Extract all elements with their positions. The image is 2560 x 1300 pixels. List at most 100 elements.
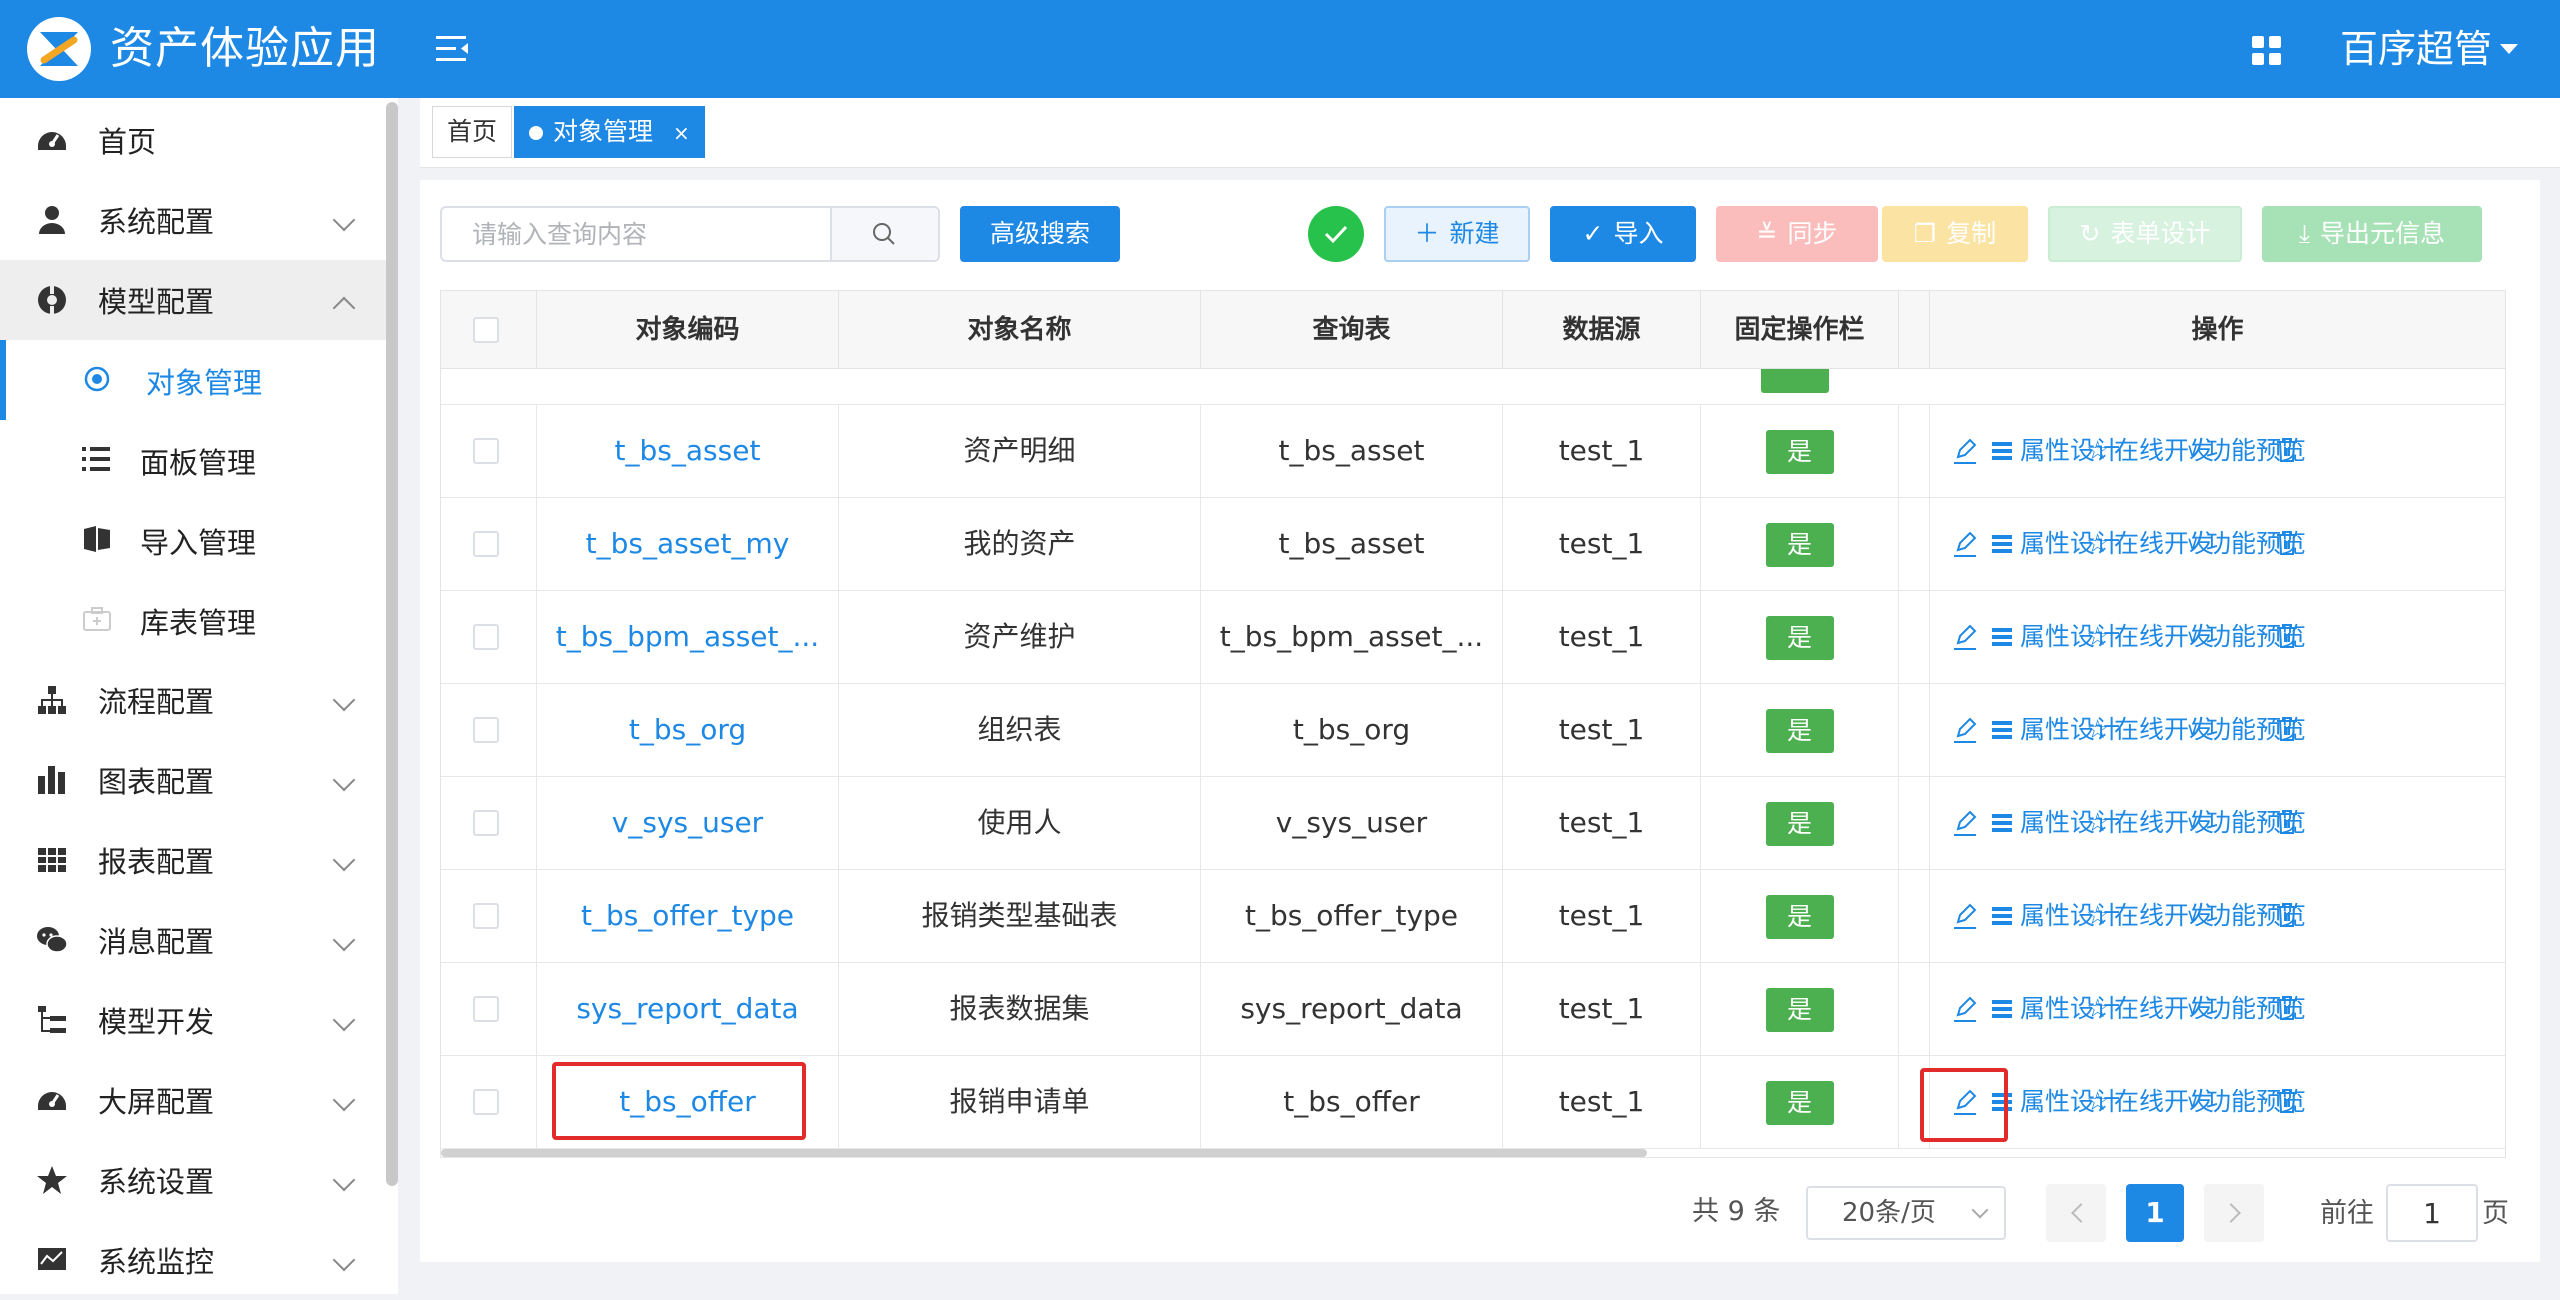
sidebar-item-label: 面板管理 — [140, 446, 257, 480]
apps-grid-icon[interactable] — [2252, 36, 2282, 66]
object-code-link[interactable]: t_bs_org — [537, 684, 839, 776]
table-row: t_bs_asset 资产明细 t_bs_asset test_1 是 属性设计… — [441, 405, 2505, 498]
caret-down-icon[interactable] — [2500, 44, 2518, 54]
row-checkbox[interactable] — [473, 531, 499, 557]
next-page-button[interactable] — [2204, 1184, 2264, 1242]
object-code-link[interactable]: v_sys_user — [537, 777, 839, 869]
row-checkbox[interactable] — [473, 1089, 499, 1115]
sidebar-item-bigscreen-config[interactable]: 大屏配置 — [0, 1060, 386, 1140]
delete-icon[interactable] — [2276, 870, 2298, 962]
edit-icon[interactable] — [1952, 777, 1978, 869]
operations-cell: 属性设计 ☆ 在线开发 ∨ 功能预览 — [1929, 777, 2505, 869]
yes-tag: 是 — [1765, 523, 1834, 567]
object-code-link[interactable]: sys_report_data — [537, 963, 839, 1055]
user-menu[interactable]: 百序超管 — [2340, 24, 2492, 74]
sidebar-item-panel-management[interactable]: 面板管理 — [0, 420, 386, 500]
sidebar-item-chart-config[interactable]: 图表配置 — [0, 740, 386, 820]
delete-icon[interactable] — [2276, 684, 2298, 776]
copy-button[interactable]: ❐ 复制 — [1882, 206, 2028, 262]
chevron-down-icon[interactable]: ∨ — [2186, 870, 2199, 962]
plus-icon: ＋ — [1414, 219, 1440, 248]
sidebar-item-system-config[interactable]: 系统配置 — [0, 180, 386, 260]
object-name: 报表数据集 — [839, 963, 1201, 1055]
row-checkbox[interactable] — [473, 717, 499, 743]
prev-page-button[interactable] — [2046, 1184, 2106, 1242]
export-meta-button[interactable]: ⤓ 导出元信息 — [2262, 206, 2482, 262]
check-icon: ✓ — [1582, 219, 1604, 248]
edit-icon[interactable] — [1952, 870, 1978, 962]
object-name: 报销类型基础表 — [839, 870, 1201, 962]
advanced-search-button[interactable]: 高级搜索 — [960, 206, 1120, 262]
star-outline-icon: ☆ — [2086, 715, 2110, 745]
object-code-link[interactable]: t_bs_bpm_asset_... — [537, 591, 839, 683]
edit-icon[interactable] — [1952, 591, 1978, 683]
goto-page-input[interactable] — [2386, 1184, 2478, 1242]
sidebar-item-flow-config[interactable]: 流程配置 — [0, 660, 386, 740]
sync-button[interactable]: ≚ 同步 — [1716, 206, 1878, 262]
tab-home[interactable]: 首页 — [432, 106, 513, 158]
search-input[interactable] — [442, 208, 832, 260]
tab-bar: 首页 对象管理 × — [420, 98, 2560, 168]
select-cell — [441, 684, 537, 776]
sidebar-item-import-management[interactable]: 导入管理 — [0, 500, 386, 580]
select-cell — [441, 870, 537, 962]
object-code-link[interactable]: t_bs_asset — [537, 405, 839, 497]
chevron-down-icon[interactable]: ∨ — [2186, 405, 2199, 497]
select-all-checkbox[interactable] — [473, 317, 499, 343]
delete-icon[interactable] — [2276, 591, 2298, 683]
delete-icon[interactable] — [2276, 405, 2298, 497]
fixed-ops-cell: 是 — [1701, 405, 1899, 497]
sidebar-item-model-config[interactable]: 模型配置 — [0, 260, 386, 340]
list-icon — [82, 447, 110, 471]
sidebar-item-system-monitor[interactable]: 系统监控 — [0, 1220, 386, 1300]
current-page-button[interactable]: 1 — [2126, 1184, 2184, 1242]
search-button[interactable] — [830, 208, 938, 260]
new-button[interactable]: ＋ 新建 — [1384, 206, 1530, 262]
edit-icon[interactable] — [1952, 405, 1978, 497]
edit-icon[interactable] — [1952, 498, 1978, 590]
form-design-button[interactable]: ↻ 表单设计 — [2048, 206, 2242, 262]
chevron-down-icon[interactable]: ∨ — [2186, 684, 2199, 776]
chevron-down-icon[interactable]: ∨ — [2186, 777, 2199, 869]
delete-icon[interactable] — [2276, 498, 2298, 590]
flow-icon — [38, 686, 66, 714]
chevron-down-icon[interactable]: ∨ — [2186, 591, 2199, 683]
sidebar-item-database-management[interactable]: 库表管理 — [0, 580, 386, 660]
sidebar-scrollbar[interactable] — [386, 102, 398, 1186]
delete-icon[interactable] — [2276, 777, 2298, 869]
horizontal-scrollbar[interactable] — [441, 1149, 1647, 1157]
import-label: 导入 — [1613, 219, 1664, 248]
sidebar-item-report-config[interactable]: 报表配置 — [0, 820, 386, 900]
delete-icon[interactable] — [2276, 1056, 2298, 1148]
row-checkbox[interactable] — [473, 624, 499, 650]
object-code-link[interactable]: t_bs_offer_type — [537, 870, 839, 962]
import-button[interactable]: ✓ 导入 — [1550, 206, 1696, 262]
delete-icon[interactable] — [2276, 963, 2298, 1055]
row-checkbox[interactable] — [473, 438, 499, 464]
chevron-down-icon[interactable]: ∨ — [2186, 963, 2199, 1055]
page-size-select[interactable]: 20条/页 — [1806, 1186, 2006, 1240]
edit-icon[interactable] — [1952, 963, 1978, 1055]
sidebar-item-model-dev[interactable]: 模型开发 — [0, 980, 386, 1060]
tab-object-management[interactable]: 对象管理 × — [514, 106, 705, 158]
chevron-down-icon[interactable]: ∨ — [2186, 1056, 2199, 1148]
chevron-down-icon[interactable]: ∨ — [2186, 498, 2199, 590]
select-cell — [441, 963, 537, 1055]
edit-icon[interactable] — [1952, 684, 1978, 776]
sidebar-item-home[interactable]: 首页 — [0, 100, 386, 180]
menu-collapse-icon[interactable] — [436, 34, 470, 64]
import-icon — [84, 526, 110, 552]
sidebar-item-label: 首页 — [98, 125, 157, 159]
sidebar-item-message-config[interactable]: 消息配置 — [0, 900, 386, 980]
row-checkbox[interactable] — [473, 903, 499, 929]
page-unit-label: 页 — [2482, 1198, 2509, 1229]
yes-tag: 是 — [1765, 430, 1834, 474]
confirm-button[interactable] — [1308, 206, 1364, 262]
object-code-link[interactable]: t_bs_asset_my — [537, 498, 839, 590]
sidebar-item-system-settings[interactable]: 系统设置 — [0, 1140, 386, 1220]
row-checkbox[interactable] — [473, 810, 499, 836]
highlight-box-code — [552, 1062, 806, 1140]
close-icon[interactable]: × — [673, 121, 690, 145]
sidebar-item-object-management[interactable]: 对象管理 — [0, 340, 386, 420]
row-checkbox[interactable] — [473, 996, 499, 1022]
